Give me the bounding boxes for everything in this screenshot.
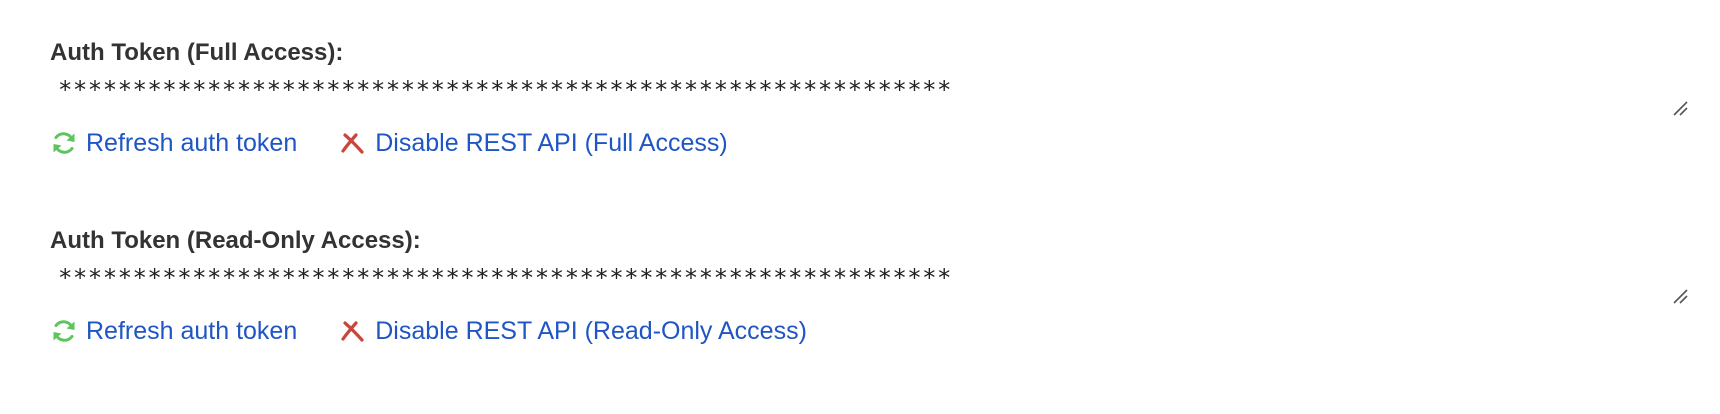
- read-only-token-field[interactable]: ****************************************…: [50, 264, 1690, 306]
- full-access-token-field[interactable]: ****************************************…: [50, 76, 1690, 118]
- resize-handle-icon[interactable]: [1670, 98, 1690, 118]
- read-only-token-label: Auth Token (Read-Only Access):: [50, 227, 421, 254]
- full-access-token-section: Auth Token (Full Access): **************…: [50, 38, 1690, 160]
- full-access-token-label: Auth Token (Full Access):: [50, 39, 344, 66]
- refresh-icon: [53, 132, 75, 154]
- refresh-full-access-token-label: Refresh auth token: [86, 129, 298, 157]
- refresh-full-access-token-link[interactable]: Refresh auth token: [50, 128, 297, 158]
- read-only-actions: Refresh auth token Disable REST API (Rea…: [50, 314, 1690, 348]
- disable-read-only-api-link[interactable]: Disable REST API (Read-Only Access): [339, 316, 807, 346]
- disable-full-access-api-link[interactable]: Disable REST API (Full Access): [339, 128, 728, 158]
- read-only-token-value: ****************************************…: [58, 264, 952, 292]
- full-access-actions: Refresh auth token Disable REST API (Ful…: [50, 126, 1690, 160]
- full-access-token-value: ****************************************…: [58, 76, 952, 104]
- close-icon: [341, 321, 364, 342]
- disable-full-access-api-label: Disable REST API (Full Access): [375, 129, 728, 157]
- refresh-icon: [53, 320, 75, 342]
- resize-handle-icon[interactable]: [1670, 286, 1690, 306]
- refresh-read-only-token-link[interactable]: Refresh auth token: [50, 316, 297, 346]
- read-only-token-section: Auth Token (Read-Only Access): *********…: [50, 226, 1690, 348]
- disable-read-only-api-label: Disable REST API (Read-Only Access): [375, 317, 807, 345]
- close-icon: [341, 133, 364, 154]
- refresh-read-only-token-label: Refresh auth token: [86, 317, 298, 345]
